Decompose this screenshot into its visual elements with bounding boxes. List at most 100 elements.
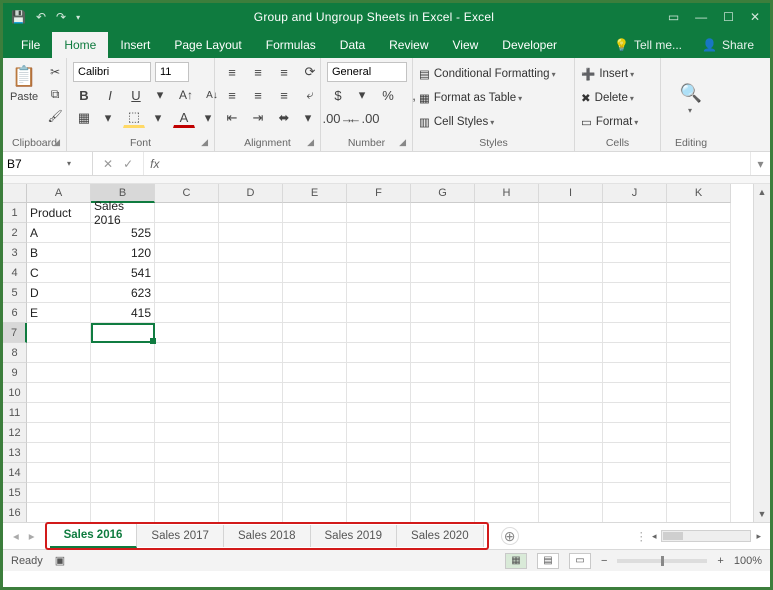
cell[interactable] bbox=[475, 283, 539, 303]
cell[interactable] bbox=[91, 383, 155, 403]
cell[interactable] bbox=[603, 503, 667, 523]
chevron-down-icon[interactable]: ▾ bbox=[688, 106, 692, 115]
row-header[interactable]: 2 bbox=[3, 223, 27, 243]
cell[interactable] bbox=[411, 363, 475, 383]
save-icon[interactable]: 💾 bbox=[11, 10, 26, 24]
cell[interactable] bbox=[219, 343, 283, 363]
cell[interactable] bbox=[539, 363, 603, 383]
cell[interactable] bbox=[155, 243, 219, 263]
cell[interactable] bbox=[283, 383, 347, 403]
cell[interactable] bbox=[283, 283, 347, 303]
column-header[interactable]: A bbox=[27, 184, 91, 203]
cell[interactable] bbox=[603, 263, 667, 283]
chevron-down-icon[interactable]: ▾ bbox=[149, 85, 171, 105]
cell[interactable] bbox=[347, 463, 411, 483]
cell[interactable] bbox=[667, 383, 731, 403]
cell[interactable] bbox=[475, 363, 539, 383]
dialog-launcher-icon[interactable]: ◢ bbox=[307, 137, 314, 148]
cell[interactable] bbox=[91, 423, 155, 443]
cell[interactable] bbox=[219, 323, 283, 343]
increase-font-icon[interactable]: A↑ bbox=[175, 85, 197, 105]
minimize-icon[interactable]: — bbox=[695, 10, 707, 24]
cell[interactable] bbox=[603, 423, 667, 443]
undo-icon[interactable]: ↶ bbox=[36, 10, 46, 24]
cell[interactable] bbox=[347, 203, 411, 223]
cell[interactable] bbox=[603, 363, 667, 383]
cell[interactable] bbox=[539, 203, 603, 223]
cell[interactable] bbox=[91, 403, 155, 423]
cell[interactable] bbox=[475, 463, 539, 483]
currency-icon[interactable]: $ bbox=[327, 85, 349, 105]
cell[interactable] bbox=[539, 243, 603, 263]
cell[interactable] bbox=[347, 323, 411, 343]
cell-styles-button[interactable]: ▥Cell Styles▾ bbox=[419, 112, 494, 132]
cell[interactable] bbox=[347, 263, 411, 283]
cell[interactable]: E bbox=[27, 303, 91, 323]
cell[interactable] bbox=[219, 363, 283, 383]
cell[interactable] bbox=[411, 403, 475, 423]
cell[interactable] bbox=[411, 423, 475, 443]
column-header[interactable]: I bbox=[539, 184, 603, 203]
fx-icon[interactable]: fx bbox=[144, 152, 165, 175]
cell[interactable] bbox=[219, 203, 283, 223]
cell[interactable] bbox=[603, 323, 667, 343]
cell[interactable] bbox=[603, 403, 667, 423]
format-button[interactable]: ▭Format▾ bbox=[581, 112, 638, 132]
align-bottom-icon[interactable]: ≡ bbox=[273, 62, 295, 82]
cell[interactable] bbox=[667, 203, 731, 223]
cell[interactable] bbox=[411, 503, 475, 523]
cell[interactable] bbox=[475, 343, 539, 363]
cell[interactable] bbox=[283, 363, 347, 383]
cell[interactable]: Sales 2016 bbox=[91, 203, 155, 223]
cell[interactable] bbox=[475, 483, 539, 503]
row-header[interactable]: 5 bbox=[3, 283, 27, 303]
column-header[interactable]: F bbox=[347, 184, 411, 203]
zoom-knob[interactable] bbox=[661, 556, 664, 566]
font-size-select[interactable] bbox=[155, 62, 189, 82]
delete-button[interactable]: ✖Delete▾ bbox=[581, 88, 634, 108]
orientation-icon[interactable]: ⟳ bbox=[299, 62, 321, 82]
cell[interactable] bbox=[667, 423, 731, 443]
column-header[interactable]: H bbox=[475, 184, 539, 203]
cell[interactable] bbox=[27, 383, 91, 403]
qat-dropdown-icon[interactable]: ▾ bbox=[76, 13, 80, 22]
cell[interactable] bbox=[539, 223, 603, 243]
row-header[interactable]: 12 bbox=[3, 423, 27, 443]
scroll-thumb[interactable] bbox=[663, 532, 683, 540]
cell[interactable] bbox=[347, 403, 411, 423]
macro-record-icon[interactable]: ▣ bbox=[55, 554, 65, 567]
tab-data[interactable]: Data bbox=[328, 32, 377, 58]
cell[interactable] bbox=[283, 463, 347, 483]
cell[interactable] bbox=[667, 483, 731, 503]
cell[interactable] bbox=[411, 243, 475, 263]
cell[interactable] bbox=[539, 283, 603, 303]
decrease-indent-icon[interactable]: ⇤ bbox=[221, 108, 243, 128]
cell[interactable]: 415 bbox=[91, 303, 155, 323]
sheet-tab[interactable]: Sales 2017 bbox=[137, 525, 224, 547]
cell[interactable] bbox=[667, 243, 731, 263]
cell[interactable] bbox=[411, 323, 475, 343]
split-handle-icon[interactable]: ⋮ bbox=[635, 529, 647, 543]
worksheet-grid[interactable]: ABCDEFGHIJK 12345678910111213141516 Prod… bbox=[3, 184, 770, 522]
cell[interactable] bbox=[411, 203, 475, 223]
cut-icon[interactable]: ✂ bbox=[45, 62, 65, 82]
cell[interactable] bbox=[27, 423, 91, 443]
cell[interactable] bbox=[155, 443, 219, 463]
cell[interactable] bbox=[347, 443, 411, 463]
cell[interactable]: B bbox=[27, 243, 91, 263]
cell[interactable] bbox=[155, 203, 219, 223]
cell[interactable] bbox=[347, 243, 411, 263]
cell[interactable] bbox=[155, 283, 219, 303]
cell[interactable] bbox=[219, 503, 283, 523]
decrease-decimal-icon[interactable]: ←.00 bbox=[353, 108, 375, 128]
select-all-button[interactable] bbox=[3, 184, 27, 203]
wrap-text-icon[interactable]: ⤶ bbox=[299, 85, 321, 105]
cell[interactable] bbox=[475, 383, 539, 403]
paste-button[interactable]: 📋 Paste bbox=[9, 62, 39, 104]
sheet-tab[interactable]: Sales 2020 bbox=[397, 525, 484, 547]
vertical-scrollbar[interactable]: ▲ ▼ bbox=[753, 184, 770, 522]
cell[interactable] bbox=[475, 223, 539, 243]
cell[interactable]: 525 bbox=[91, 223, 155, 243]
cell[interactable] bbox=[667, 503, 731, 523]
dialog-launcher-icon[interactable]: ◢ bbox=[53, 137, 60, 148]
